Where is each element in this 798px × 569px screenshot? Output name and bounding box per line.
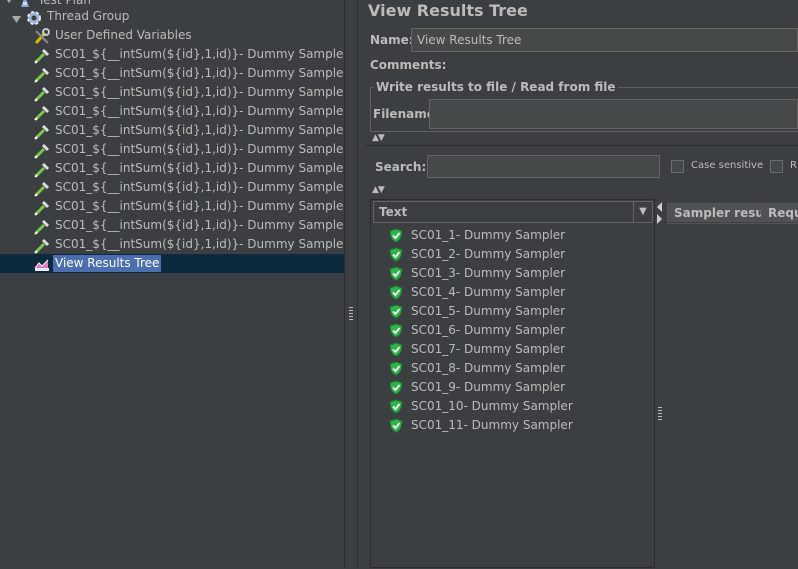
file-groupbox-title: Write results to file / Read from file: [374, 80, 618, 94]
dropper-icon: [33, 85, 50, 102]
result-item-label: SC01_7- Dummy Sampler: [411, 342, 566, 356]
renderer-select-value: Text: [379, 205, 408, 219]
success-shield-icon: [389, 285, 403, 300]
result-item-label: SC01_1- Dummy Sampler: [411, 228, 566, 242]
dropper-icon: [33, 47, 50, 64]
splitter-arrows-icon[interactable]: [655, 201, 663, 225]
case-sensitive-checkbox[interactable]: [671, 160, 684, 173]
name-label: Name:: [370, 33, 414, 47]
regex-checkbox[interactable]: [770, 160, 783, 173]
tree-item-label: SC01_${__intSum(${id},1,id)}- Dummy Samp…: [55, 123, 349, 137]
tree-item-label: SC01_${__intSum(${id},1,id)}- Dummy Samp…: [55, 237, 349, 251]
success-shield-icon: [389, 361, 403, 376]
tree-item-label: SC01_${__intSum(${id},1,id)}- Dummy Samp…: [55, 218, 349, 232]
tree-item-thread-group[interactable]: Thread Group: [0, 7, 344, 26]
tree-item-dummy-sampler[interactable]: SC01_${__intSum(${id},1,id)}- Dummy Samp…: [0, 102, 348, 121]
success-shield-icon: [389, 266, 403, 281]
dropper-icon: [33, 237, 50, 254]
collapse-arrows-icon[interactable]: ▲▼: [372, 133, 385, 143]
gear-icon: [25, 9, 41, 25]
dropper-icon: [33, 66, 50, 83]
success-shield-icon: [389, 247, 403, 262]
dropper-icon: [33, 218, 50, 235]
tree-item-user-defined-variables[interactable]: User Defined Variables: [0, 26, 344, 45]
result-item-label: SC01_3- Dummy Sampler: [411, 266, 566, 280]
wrench-icon: [33, 28, 50, 45]
tree-item-dummy-sampler[interactable]: SC01_${__intSum(${id},1,id)}- Dummy Samp…: [0, 83, 348, 102]
result-item-label: SC01_9- Dummy Sampler: [411, 380, 566, 394]
detail-body: [667, 223, 798, 569]
tree-item-dummy-sampler[interactable]: SC01_${__intSum(${id},1,id)}- Dummy Samp…: [0, 121, 348, 140]
success-shield-icon: [389, 323, 403, 338]
dropper-icon: [33, 142, 50, 159]
test-plan-tree: Test Plan Thread Group User Defined Vari…: [0, 0, 348, 568]
result-item-label: SC01_2- Dummy Sampler: [411, 247, 566, 261]
results-chart-icon: [33, 256, 49, 272]
detail-panel: Sampler result Reque: [665, 199, 798, 569]
tree-item-label: User Defined Variables: [55, 28, 192, 42]
tree-item-label: SC01_${__intSum(${id},1,id)}- Dummy Samp…: [55, 180, 349, 194]
tree-item-label: View Results Tree: [53, 255, 162, 272]
dropper-icon: [33, 180, 50, 197]
dropper-icon: [33, 104, 50, 121]
search-label: Search:: [375, 160, 427, 174]
vertical-splitter[interactable]: [655, 199, 665, 568]
tree-item-label: Thread Group: [47, 9, 130, 23]
dropper-icon: [33, 123, 50, 140]
tree-item-dummy-sampler[interactable]: SC01_${__intSum(${id},1,id)}- Dummy Samp…: [0, 64, 348, 83]
tree-item-dummy-sampler[interactable]: SC01_${__intSum(${id},1,id)}- Dummy Samp…: [0, 45, 348, 64]
dropper-icon: [33, 199, 50, 216]
case-sensitive-label: Case sensitive: [691, 160, 764, 171]
tree-item-label: SC01_${__intSum(${id},1,id)}- Dummy Samp…: [55, 85, 349, 99]
tree-item-dummy-sampler[interactable]: SC01_${__intSum(${id},1,id)}- Dummy Samp…: [0, 235, 348, 254]
success-shield-icon: [389, 380, 403, 395]
splitter-grip-icon[interactable]: [658, 407, 662, 421]
comments-label: Comments:: [370, 58, 447, 72]
tree-item-label: SC01_${__intSum(${id},1,id)}- Dummy Samp…: [55, 47, 349, 61]
tree-item-label: SC01_${__intSum(${id},1,id)}- Dummy Samp…: [55, 161, 349, 175]
tree-item-dummy-sampler[interactable]: SC01_${__intSum(${id},1,id)}- Dummy Samp…: [0, 159, 348, 178]
tree-item-view-results-tree[interactable]: View Results Tree: [0, 254, 344, 273]
results-list-panel: Text ▼ SC01_1- Dummy Sampler SC01_2- Dumm…: [370, 199, 655, 568]
tree-item-dummy-sampler[interactable]: SC01_${__intSum(${id},1,id)}- Dummy Samp…: [0, 197, 348, 216]
success-shield-icon: [389, 342, 403, 357]
collapse-arrows-icon[interactable]: ▲▼: [372, 185, 385, 195]
success-shield-icon: [389, 304, 403, 319]
name-field[interactable]: View Results Tree: [411, 28, 798, 52]
page-title: View Results Tree: [368, 1, 528, 20]
filename-input[interactable]: [429, 99, 798, 129]
splitter-grip-icon[interactable]: [349, 307, 353, 321]
success-shield-icon: [389, 399, 403, 414]
tab-request[interactable]: Reque: [761, 203, 798, 222]
tree-item-label: SC01_${__intSum(${id},1,id)}- Dummy Samp…: [55, 104, 349, 118]
result-item-label: SC01_5- Dummy Sampler: [411, 304, 566, 318]
result-item-label: SC01_4- Dummy Sampler: [411, 285, 566, 299]
tree-item-dummy-sampler[interactable]: SC01_${__intSum(${id},1,id)}- Dummy Samp…: [0, 178, 348, 197]
chevron-down-icon[interactable]: ▼: [633, 202, 652, 222]
result-item-label: SC01_6- Dummy Sampler: [411, 323, 566, 337]
success-shield-icon: [389, 228, 403, 243]
vertical-splitter[interactable]: [344, 0, 358, 568]
divider: [366, 145, 798, 146]
tree-item-label: SC01_${__intSum(${id},1,id)}- Dummy Samp…: [55, 199, 349, 213]
result-item-label: SC01_8- Dummy Sampler: [411, 361, 566, 375]
tree-item-dummy-sampler[interactable]: SC01_${__intSum(${id},1,id)}- Dummy Samp…: [0, 216, 348, 235]
filename-label: Filename: [373, 107, 435, 121]
tree-item-label: SC01_${__intSum(${id},1,id)}- Dummy Samp…: [55, 142, 349, 156]
regex-label: R: [790, 160, 797, 171]
search-input[interactable]: [427, 155, 660, 178]
result-item-label: SC01_10- Dummy Sampler: [411, 399, 573, 413]
renderer-select[interactable]: Text ▼: [373, 201, 653, 223]
dropper-icon: [33, 161, 50, 178]
tree-item-label: SC01_${__intSum(${id},1,id)}- Dummy Samp…: [55, 66, 349, 80]
result-item-label: SC01_11- Dummy Sampler: [411, 418, 573, 432]
success-shield-icon: [389, 418, 403, 433]
tree-item-dummy-sampler[interactable]: SC01_${__intSum(${id},1,id)}- Dummy Samp…: [0, 140, 348, 159]
